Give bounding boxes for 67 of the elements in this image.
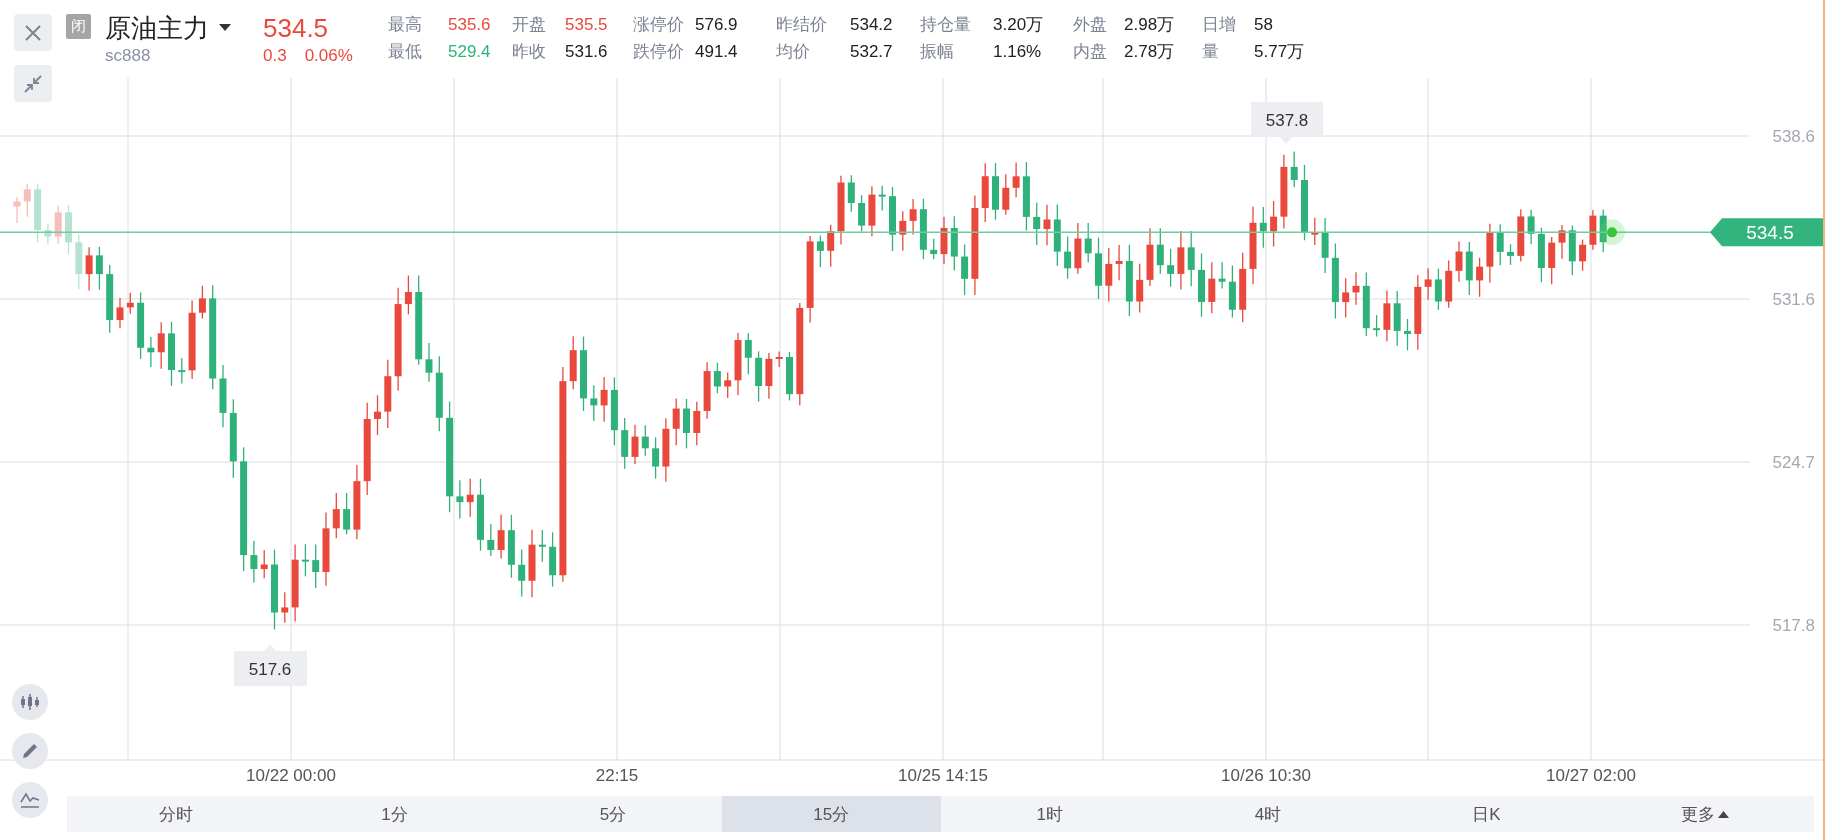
timeframe-tab[interactable]: 1分 <box>285 796 504 832</box>
stat-label: 跌停价 <box>633 41 685 62</box>
timeframe-tab[interactable]: 分时 <box>67 796 286 832</box>
stat-label: 最高 <box>388 14 423 35</box>
shrink-button[interactable] <box>14 65 52 102</box>
price-change: 0.3 <box>263 46 287 66</box>
stat-value: 535.5 <box>565 14 609 35</box>
stat-value: 491.4 <box>695 41 739 62</box>
price-axis-label: 524.7 <box>1772 453 1815 472</box>
stat-value: 58 <box>1254 14 1274 35</box>
stat-label: 量 <box>1202 41 1220 62</box>
candlestick-icon <box>19 693 41 711</box>
line-chart-icon <box>20 791 40 809</box>
stat-value: 529.4 <box>448 41 492 62</box>
price-axis-label: 538.6 <box>1772 127 1815 146</box>
time-axis-label: 10/26 10:30 <box>1221 766 1311 785</box>
contract-name[interactable]: 原油主力 <box>105 14 209 42</box>
time-axis-label: 10/27 02:00 <box>1546 766 1636 785</box>
close-icon <box>23 22 43 43</box>
last-price: 534.5 <box>263 14 330 42</box>
stat-value: 535.6 <box>448 14 492 35</box>
stat-value: 1.16% <box>993 41 1043 62</box>
status-badge: 闭 <box>66 14 91 39</box>
high-price-callout: 537.8 <box>1251 102 1323 144</box>
timeframe-tab[interactable]: 1时 <box>940 796 1159 832</box>
live-price-dot <box>1599 219 1625 246</box>
stat-label: 开盘 <box>512 14 547 35</box>
contract-code: sc888 <box>105 46 152 66</box>
timeframe-tab[interactable]: 更多 <box>1595 796 1814 832</box>
stat-value: 534.2 <box>850 14 894 35</box>
stat-value: 576.9 <box>695 14 739 35</box>
stat-value: 531.6 <box>565 41 609 62</box>
stat-label: 内盘 <box>1073 41 1108 62</box>
price-axis-label: 517.8 <box>1772 616 1815 635</box>
timeframe-tab[interactable]: 5分 <box>503 796 723 832</box>
timeframe-tab[interactable]: 15分 <box>722 796 941 832</box>
time-axis-label: 10/25 14:15 <box>898 766 988 785</box>
stat-label: 外盘 <box>1073 14 1108 35</box>
shrink-icon <box>23 73 43 94</box>
stat-label: 日增 <box>1202 14 1237 35</box>
low-price-callout: 517.6 <box>234 644 307 686</box>
stat-value: 2.78万 <box>1124 41 1176 62</box>
stat-label: 最低 <box>388 41 423 62</box>
caret-icon <box>1717 810 1729 818</box>
stat-value: 532.7 <box>850 41 894 62</box>
last-price-tag: 534.5 <box>1710 218 1823 247</box>
caret-icon[interactable] <box>219 24 231 32</box>
draw-tool-button[interactable] <box>12 733 48 769</box>
close-button[interactable] <box>14 14 52 51</box>
pencil-icon <box>21 742 39 760</box>
price-change-percent: 0.06% <box>304 46 353 66</box>
time-axis-label: 10/22 00:00 <box>246 766 336 785</box>
stat-label: 昨收 <box>512 41 547 62</box>
stat-label: 涨停价 <box>633 14 685 35</box>
timeframe-tab[interactable]: 日K <box>1377 796 1596 832</box>
timeframe-tab[interactable]: 4时 <box>1158 796 1378 832</box>
time-axis-label: 22:15 <box>595 766 639 785</box>
price-axis-label: 531.6 <box>1772 290 1815 309</box>
stat-label: 振幅 <box>920 41 955 62</box>
candlestick-tool-button[interactable] <box>12 684 48 720</box>
stat-label: 昨结价 <box>776 14 828 35</box>
stat-label: 均价 <box>776 41 811 62</box>
stat-value: 5.77万 <box>1254 41 1305 62</box>
stat-label: 持仓量 <box>920 14 972 35</box>
stat-value: 2.98万 <box>1124 14 1176 35</box>
stat-value: 3.20万 <box>993 14 1045 35</box>
indicator-tool-button[interactable] <box>12 782 48 818</box>
